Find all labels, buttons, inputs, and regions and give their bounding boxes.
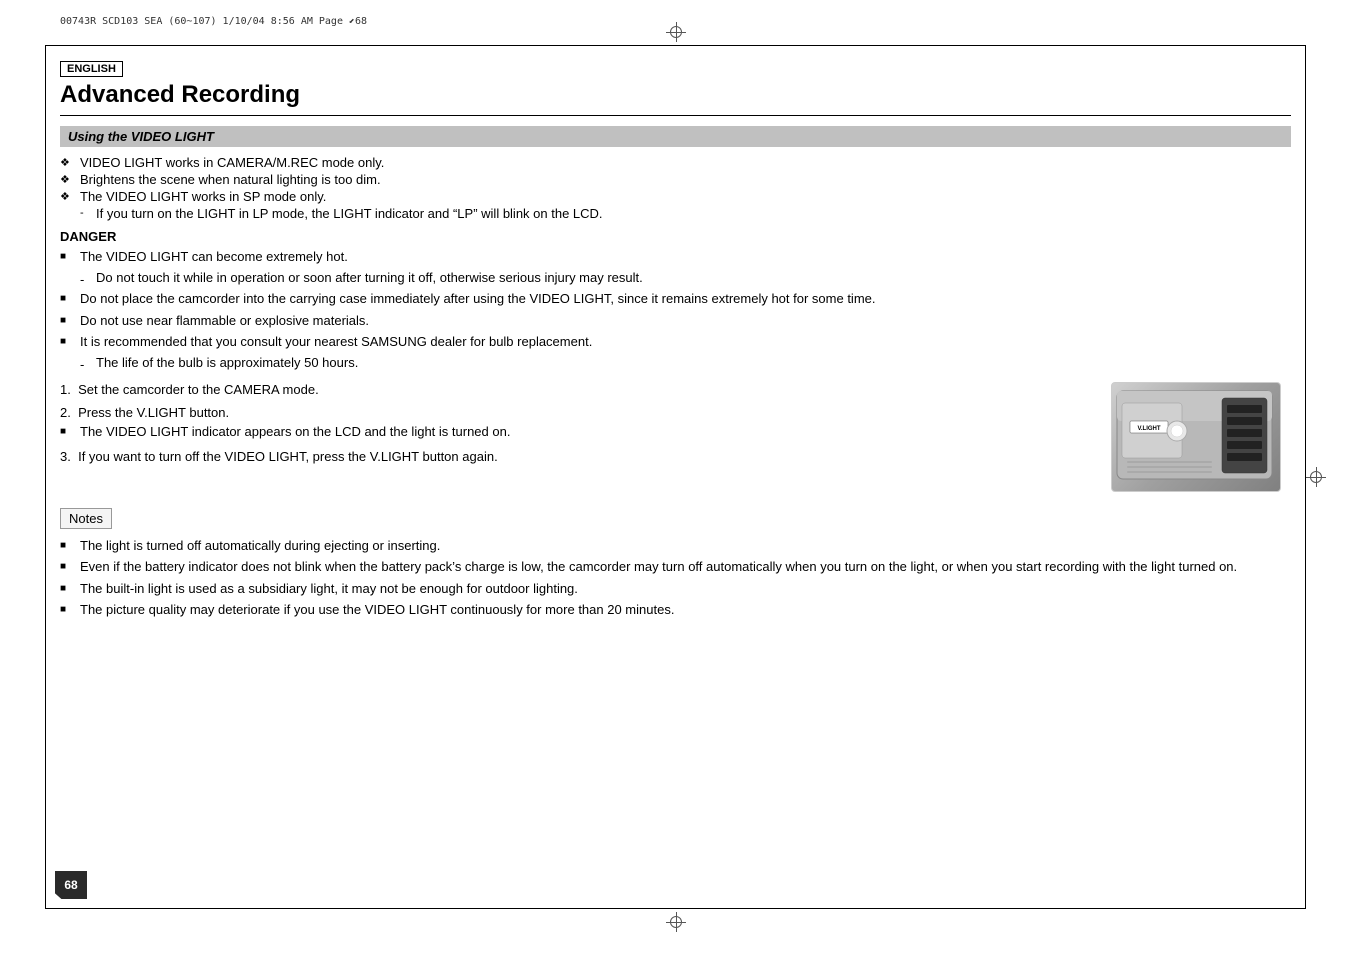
step-3-text: If you want to turn off the VIDEO LIGHT,… [78,449,498,464]
page: 00743R SCD103 SEA (60~107) 1/10/04 8:56 … [0,0,1351,954]
page-reference: 00743R SCD103 SEA (60~107) 1/10/04 8:56 … [60,16,367,27]
step-3: 3. If you want to turn off the VIDEO LIG… [60,449,1101,464]
notes-label: Notes [60,508,112,529]
step-2-num: 2. [60,405,71,420]
border-left [45,45,46,909]
page-arrow: ⬋68 [349,16,367,27]
step-3-num: 3. [60,449,71,464]
danger-item: Do not use near flammable or explosive m… [60,312,1291,330]
step-2-sub-list: The VIDEO LIGHT indicator appears on the… [60,423,1101,441]
top-ref-text: 00743R SCD103 SEA (60~107) 1/10/04 8:56 … [60,16,343,27]
page-number: 68 [64,878,77,892]
svg-text:V.LIGHT: V.LIGHT [1137,426,1160,432]
bullet-item: Brightens the scene when natural lightin… [60,172,1291,187]
notes-item-3: The built-in light is used as a subsidia… [60,580,1291,598]
crosshair-bottom [666,912,686,932]
step-2-text: Press the V.LIGHT button. [78,405,229,420]
notes-item-2: Even if the battery indicator does not b… [60,558,1291,576]
step-1-text: Set the camcorder to the CAMERA mode. [78,382,319,397]
main-content: ENGLISH Advanced Recording Using the VID… [60,60,1291,894]
border-top [45,45,1306,46]
page-number-ref: 68 [355,16,367,27]
danger-item: Do not place the camcorder into the carr… [60,290,1291,308]
notes-list: The light is turned off automatically du… [60,537,1291,619]
border-bottom [45,908,1306,909]
section-title: Using the VIDEO LIGHT [60,126,1291,147]
danger-sub-item: The life of the bulb is approximately 50… [60,354,1291,372]
danger-item: It is recommended that you consult your … [60,333,1291,351]
page-number-badge: 68 [55,871,87,899]
danger-item: The VIDEO LIGHT can become extremely hot… [60,248,1291,266]
page-title: Advanced Recording [60,81,1291,116]
step-1: 1. Set the camcorder to the CAMERA mode. [60,382,1101,397]
danger-list: The VIDEO LIGHT can become extremely hot… [60,248,1291,372]
camera-svg: V.LIGHT [1112,383,1281,492]
notes-item-4: The picture quality may deteriorate if y… [60,601,1291,619]
bullet-item: The VIDEO LIGHT works in SP mode only. [60,189,1291,204]
crosshair-top [666,22,686,42]
step-1-num: 1. [60,382,71,397]
english-badge: ENGLISH [60,61,123,77]
camera-image: V.LIGHT [1111,382,1281,492]
danger-title: DANGER [60,229,1291,244]
camera-image-container: V.LIGHT [1111,382,1291,492]
step-2: 2. Press the V.LIGHT button. The VIDEO L… [60,405,1101,441]
steps-left: 1. Set the camcorder to the CAMERA mode.… [60,382,1101,472]
intro-bullets: VIDEO LIGHT works in CAMERA/M.REC mode o… [60,155,1291,221]
steps-with-image: 1. Set the camcorder to the CAMERA mode.… [60,382,1291,492]
bullet-sub-item: If you turn on the LIGHT in LP mode, the… [60,206,1291,221]
notes-section: Notes The light is turned off automatica… [60,504,1291,619]
bullet-item: VIDEO LIGHT works in CAMERA/M.REC mode o… [60,155,1291,170]
crosshair-right [1306,467,1326,487]
step-2-sub: The VIDEO LIGHT indicator appears on the… [60,423,1101,441]
notes-item-1: The light is turned off automatically du… [60,537,1291,555]
danger-sub-item: Do not touch it while in operation or so… [60,269,1291,287]
